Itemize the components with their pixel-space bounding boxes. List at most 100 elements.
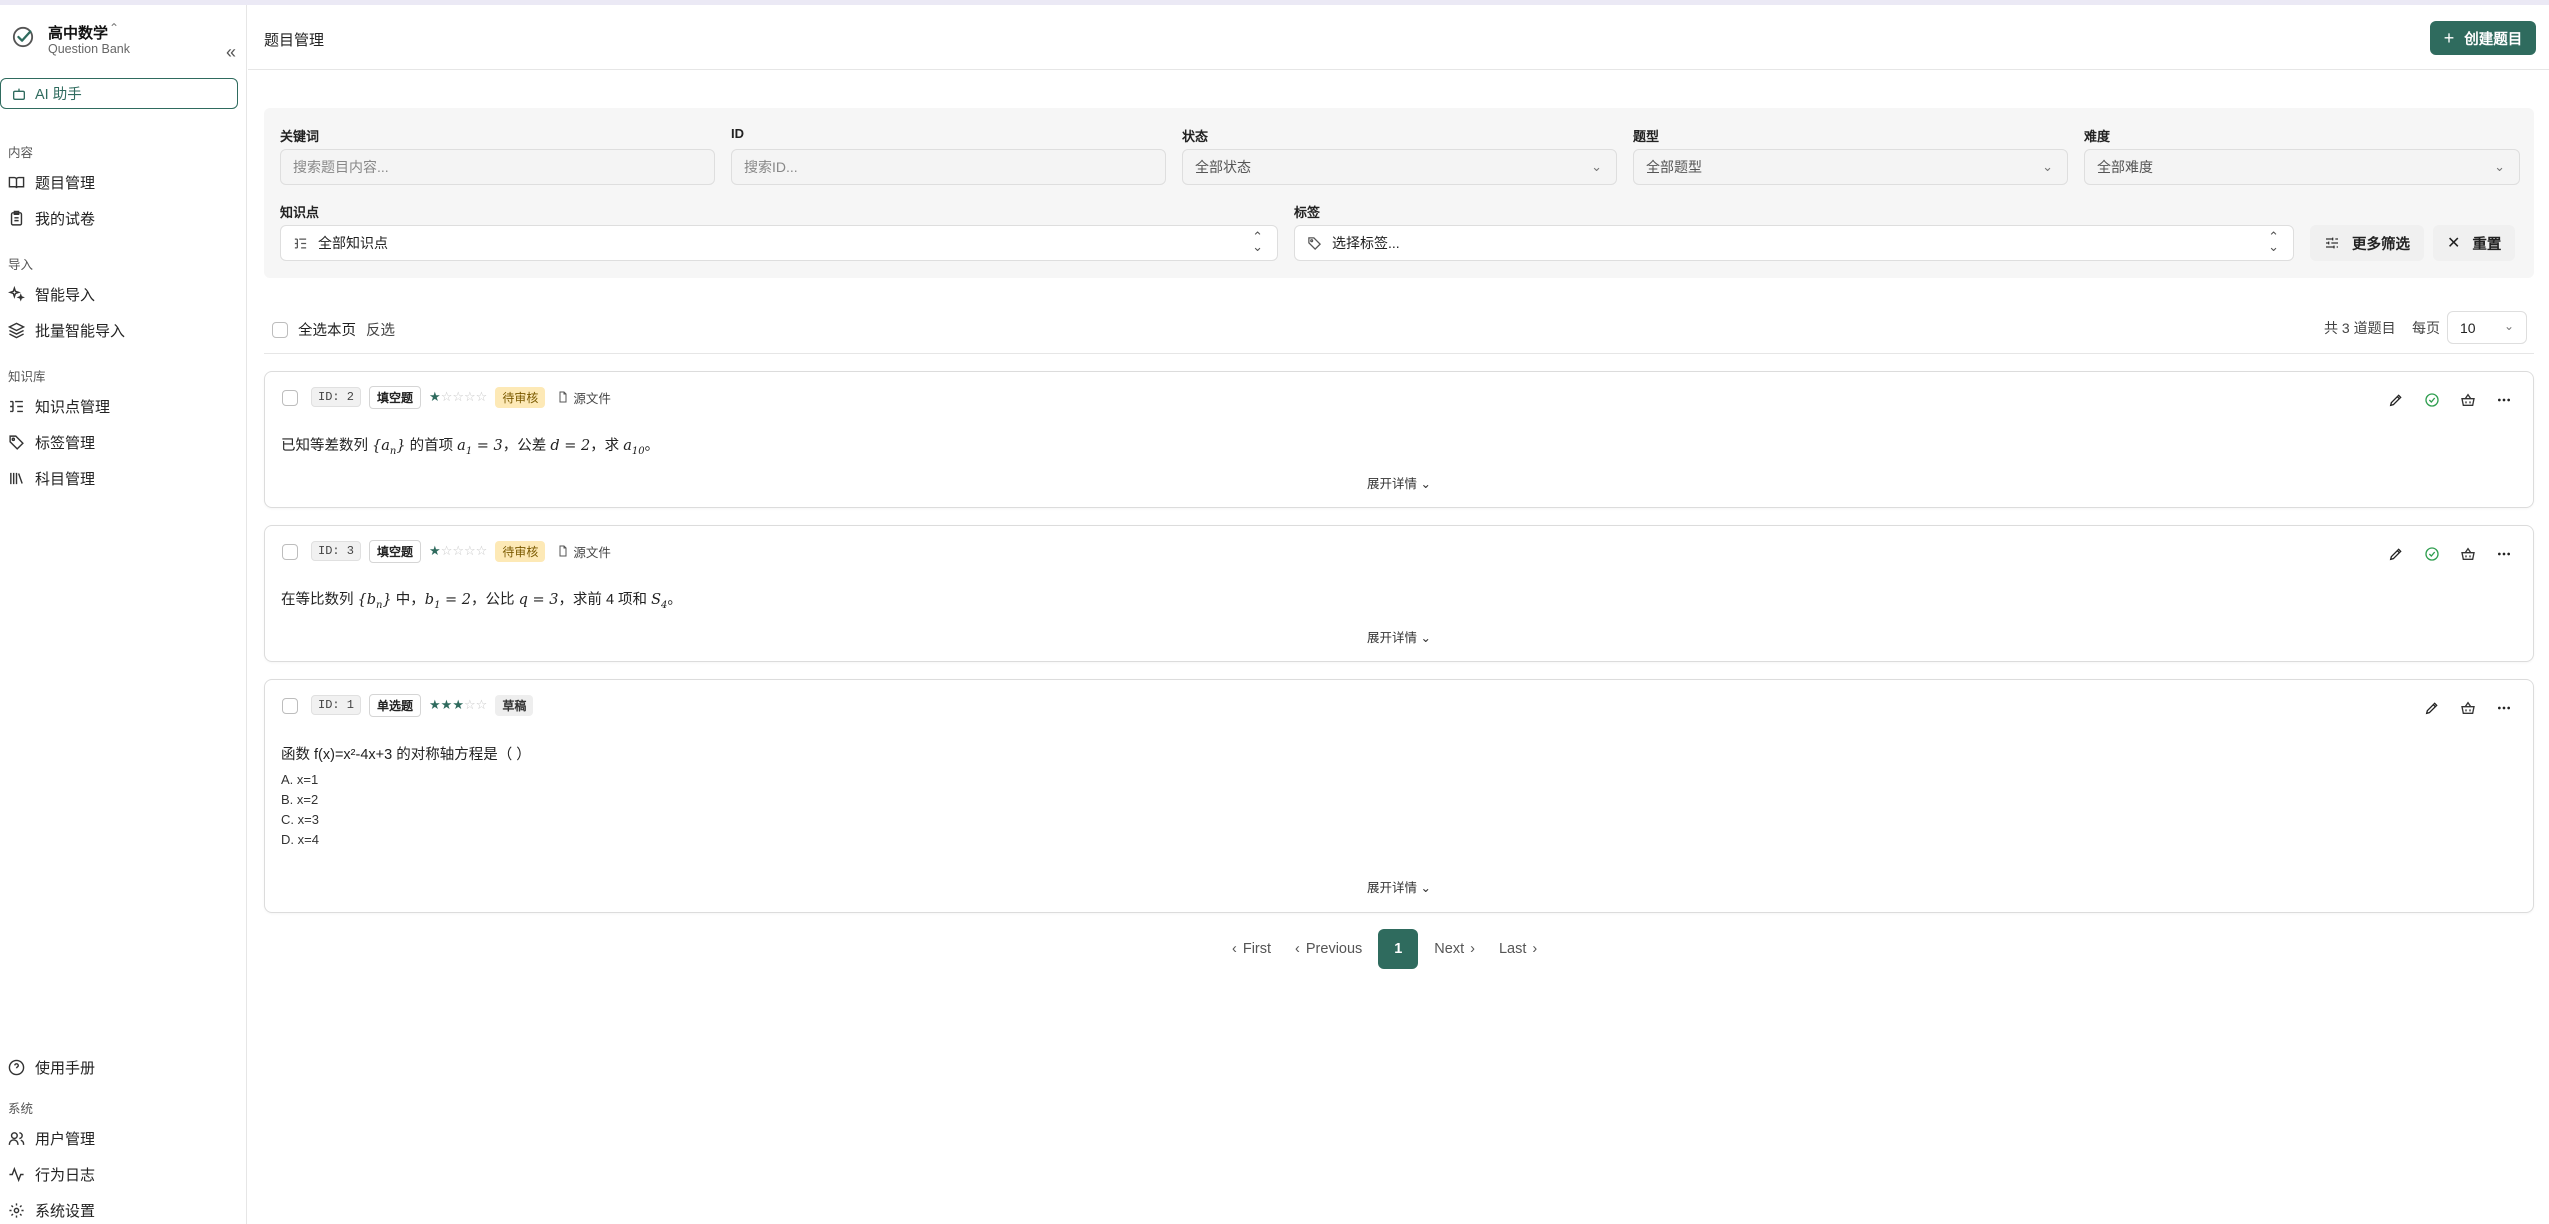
sidebar-item-users[interactable]: 用户管理 [8, 1125, 238, 1151]
question-card[interactable]: ID: 3 填空题 ★☆☆☆☆ 待审核 源文件 在等比数列 {bn} 中，b1 … [264, 525, 2534, 662]
per-page-value: 10 [2460, 319, 2476, 336]
question-text-part: ，求前 4 项和 [558, 592, 648, 608]
chevron-down-icon: ⌄ [2494, 159, 2505, 174]
expand-details-button[interactable]: 展开详情 ⌄ [265, 877, 2533, 896]
sidebar-item-manual[interactable]: 使用手册 [8, 1054, 238, 1080]
keyword-placeholder: 搜索题目内容... [293, 159, 389, 175]
page-number-current[interactable]: 1 [1378, 929, 1419, 969]
expand-details-label: 展开详情 [1367, 477, 1418, 491]
source-file-link[interactable]: 源文件 [557, 542, 611, 561]
file-icon [559, 545, 567, 557]
difficulty-select[interactable]: 全部难度 ⌄ [2084, 149, 2520, 185]
chevron-left-icon: ‹ [1232, 941, 1237, 957]
question-text-part: 已知等差数列 [281, 438, 368, 454]
question-type-badge: 填空题 [369, 385, 422, 409]
more-horizontal-icon[interactable] [2496, 392, 2512, 408]
page-title: 题目管理 [264, 32, 325, 49]
difficulty-stars: ★☆☆☆☆ [429, 389, 488, 404]
sidebar-item-knowledge-points[interactable]: 知识点管理 [8, 393, 238, 419]
sidebar-item-label: 批量智能导入 [35, 322, 126, 340]
brand[interactable]: 高中数学 ⌃ Question Bank « [12, 20, 237, 63]
next-page-button[interactable]: Next › [1422, 929, 1487, 969]
select-all-checkbox[interactable] [272, 321, 288, 338]
basket-icon[interactable] [2460, 700, 2476, 716]
expand-details-button[interactable]: 展开详情 ⌄ [265, 473, 2533, 492]
id-placeholder: 搜索ID... [744, 159, 798, 175]
expand-details-label: 展开详情 [1367, 631, 1418, 645]
question-text-part: 中， [395, 592, 425, 608]
source-file-link[interactable]: 源文件 [557, 388, 611, 407]
more-horizontal-icon[interactable] [2496, 546, 2512, 562]
chevrons-up-down-icon: ⌃ ⌄ [1252, 229, 1263, 254]
basket-icon[interactable] [2460, 392, 2476, 408]
pencil-icon[interactable] [2388, 546, 2404, 562]
last-page-button[interactable]: Last › [1487, 929, 1549, 969]
expand-details-button[interactable]: 展开详情 ⌄ [265, 627, 2533, 646]
question-checkbox[interactable] [282, 698, 298, 714]
sidebar-item-label: 知识点管理 [35, 398, 111, 416]
option-d: D. x=4 [281, 832, 319, 847]
select-all-label[interactable]: 全选本页 [298, 319, 356, 340]
sidebar-item-smart-import[interactable]: 智能导入 [8, 281, 238, 307]
question-text-part: 在等比数列 [281, 592, 354, 608]
sidebar-item-tags[interactable]: 标签管理 [8, 429, 238, 455]
knowledge-select[interactable]: 全部知识点 ⌃ ⌄ [280, 225, 1278, 261]
check-circle-icon[interactable] [2424, 392, 2440, 408]
per-page-select[interactable]: 10 ⌄ [2447, 311, 2527, 344]
invert-selection-link[interactable]: 反选 [366, 319, 395, 340]
create-question-button[interactable]: + 创建题目 [2430, 21, 2536, 55]
sidebar-item-batch-import[interactable]: 批量智能导入 [8, 317, 238, 343]
question-meta: ID: 1 单选题 ★★★☆☆ 草稿 [311, 693, 534, 717]
ai-assistant-button[interactable]: AI 助手 [0, 78, 238, 109]
more-horizontal-icon[interactable] [2496, 700, 2512, 716]
list-tree-icon [10, 400, 23, 412]
keyword-input[interactable]: 搜索题目内容... [280, 149, 715, 185]
question-text: 函数 f(x)=x²-4x+3 的对称轴方程是（ ） [281, 747, 531, 763]
question-text-part: ，公比 [471, 592, 515, 608]
source-file-label: 源文件 [573, 391, 611, 406]
pencil-icon[interactable] [2424, 700, 2440, 716]
sidebar-item-questions[interactable]: 题目管理 [8, 169, 238, 195]
question-id: ID: 3 [311, 541, 362, 561]
question-card[interactable]: ID: 2 填空题 ★☆☆☆☆ 待审核 源文件 已知等差数列 {an} 的首项 … [264, 371, 2534, 508]
question-text-part: 。 [644, 438, 660, 454]
difficulty-stars: ★☆☆☆☆ [429, 543, 488, 558]
sidebar-item-label: 系统设置 [35, 1202, 96, 1220]
reset-label: 重置 [2472, 236, 2502, 253]
check-circle-icon[interactable] [2424, 546, 2440, 562]
status-select[interactable]: 全部状态 ⌄ [1182, 149, 1617, 185]
pencil-icon[interactable] [2388, 392, 2404, 408]
expand-details-label: 展开详情 [1367, 881, 1418, 895]
help-circle-icon [8, 1059, 25, 1075]
question-checkbox[interactable] [282, 390, 298, 406]
clipboard-icon [10, 210, 23, 226]
question-type-badge: 单选题 [369, 693, 422, 717]
previous-page-button[interactable]: ‹ Previous [1283, 929, 1374, 969]
type-select[interactable]: 全部题型 ⌄ [1633, 149, 2068, 185]
tags-select[interactable]: 选择标签... ⌃ ⌄ [1294, 225, 2294, 261]
chevron-left-icon: ‹ [1295, 941, 1300, 957]
question-checkbox[interactable] [282, 544, 298, 560]
divider [264, 353, 2534, 354]
reset-button[interactable]: ✕ 重置 [2433, 225, 2516, 261]
sidebar-item-my-papers[interactable]: 我的试卷 [8, 205, 238, 231]
chevron-down-icon: ⌄ [1420, 477, 1431, 491]
knowledge-label: 知识点 [280, 205, 320, 220]
plus-icon: + [2443, 27, 2455, 48]
question-text: 已知等差数列 {an} 的首项 a1 = 3，公差 d = 2，求 a10。 [281, 434, 659, 457]
question-card[interactable]: ID: 1 单选题 ★★★☆☆ 草稿 函数 f(x)=x²-4x+3 的对称轴方… [264, 679, 2534, 913]
more-filters-label: 更多筛选 [2352, 236, 2410, 253]
first-page-button[interactable]: ‹ First [1220, 929, 1283, 969]
more-filters-button[interactable]: 更多筛选 [2310, 225, 2424, 261]
total-count: 共 3 道题目 [2324, 320, 2396, 336]
collapse-sidebar-icon[interactable]: « [226, 42, 236, 63]
status-select-value: 全部状态 [1195, 159, 1251, 175]
sidebar-item-subjects[interactable]: 科目管理 [8, 465, 238, 491]
sidebar-item-label: 行为日志 [35, 1166, 96, 1184]
sidebar-item-label: 题目管理 [35, 174, 96, 192]
basket-icon[interactable] [2460, 546, 2476, 562]
sidebar-item-activity-log[interactable]: 行为日志 [8, 1161, 238, 1187]
sidebar-item-settings[interactable]: 系统设置 [8, 1197, 238, 1223]
status-badge: 草稿 [495, 694, 534, 716]
id-input[interactable]: 搜索ID... [731, 149, 1166, 185]
